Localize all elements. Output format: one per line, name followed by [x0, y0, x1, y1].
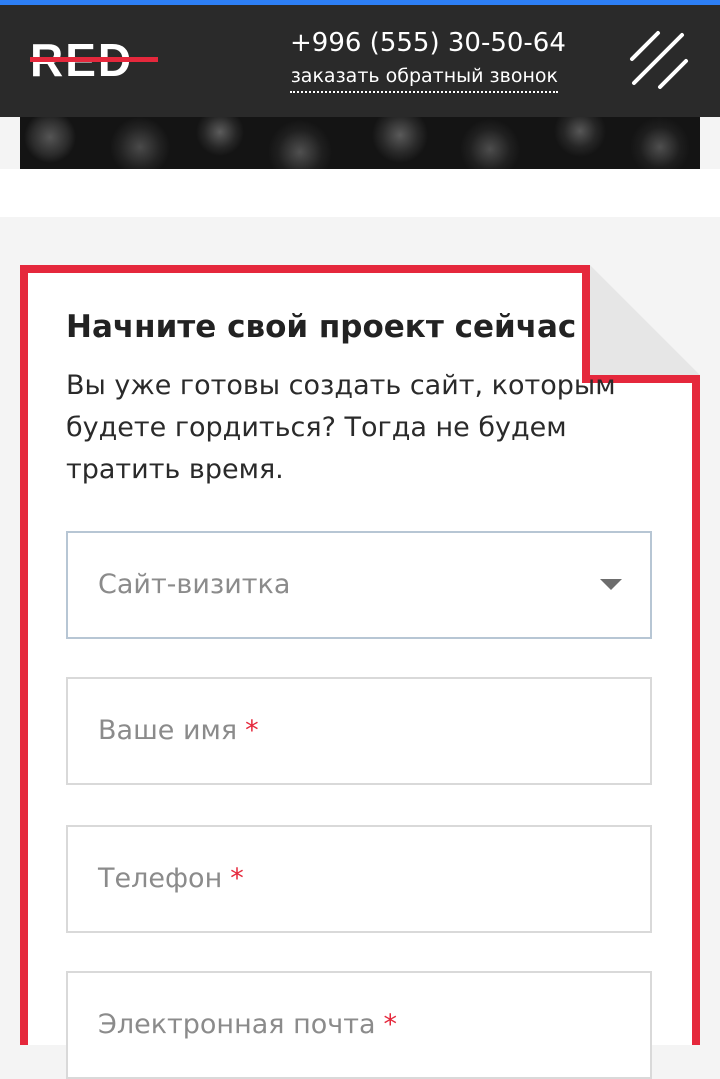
chevron-down-icon	[600, 579, 622, 590]
form-description: Вы уже готовы создать сайт, которым буде…	[66, 370, 616, 485]
menu-slashes-icon[interactable]	[628, 29, 690, 91]
phone-number[interactable]: +996 (555) 30-50-64	[290, 23, 566, 63]
required-mark: *	[245, 715, 259, 746]
name-placeholder: Ваше имя *	[98, 715, 259, 746]
required-mark: *	[383, 1009, 398, 1040]
project-form-card: Начните свой проект сейчас Вы уже готовы…	[20, 265, 700, 1079]
form-title: Начните свой проект сейчас	[66, 309, 577, 345]
site-type-value: Сайт-визитка	[98, 569, 291, 600]
phone-placeholder: Телефон *	[98, 863, 244, 894]
callback-link[interactable]: заказать обратный звонок	[290, 61, 558, 93]
site-type-select[interactable]: Сайт-визитка	[66, 531, 652, 639]
phone-field[interactable]: Телефон *	[66, 825, 652, 933]
hero-image	[20, 117, 700, 169]
email-field[interactable]: Электронная почта *	[66, 971, 652, 1079]
name-field[interactable]: Ваше имя *	[66, 677, 652, 785]
hero-bottom-area	[0, 169, 720, 217]
logo[interactable]: RED	[30, 30, 160, 90]
site-header: RED +996 (555) 30-50-64 заказать обратны…	[0, 5, 720, 117]
required-mark: *	[230, 863, 244, 894]
logo-strikethrough	[30, 57, 158, 62]
email-placeholder: Электронная почта *	[98, 1009, 398, 1040]
